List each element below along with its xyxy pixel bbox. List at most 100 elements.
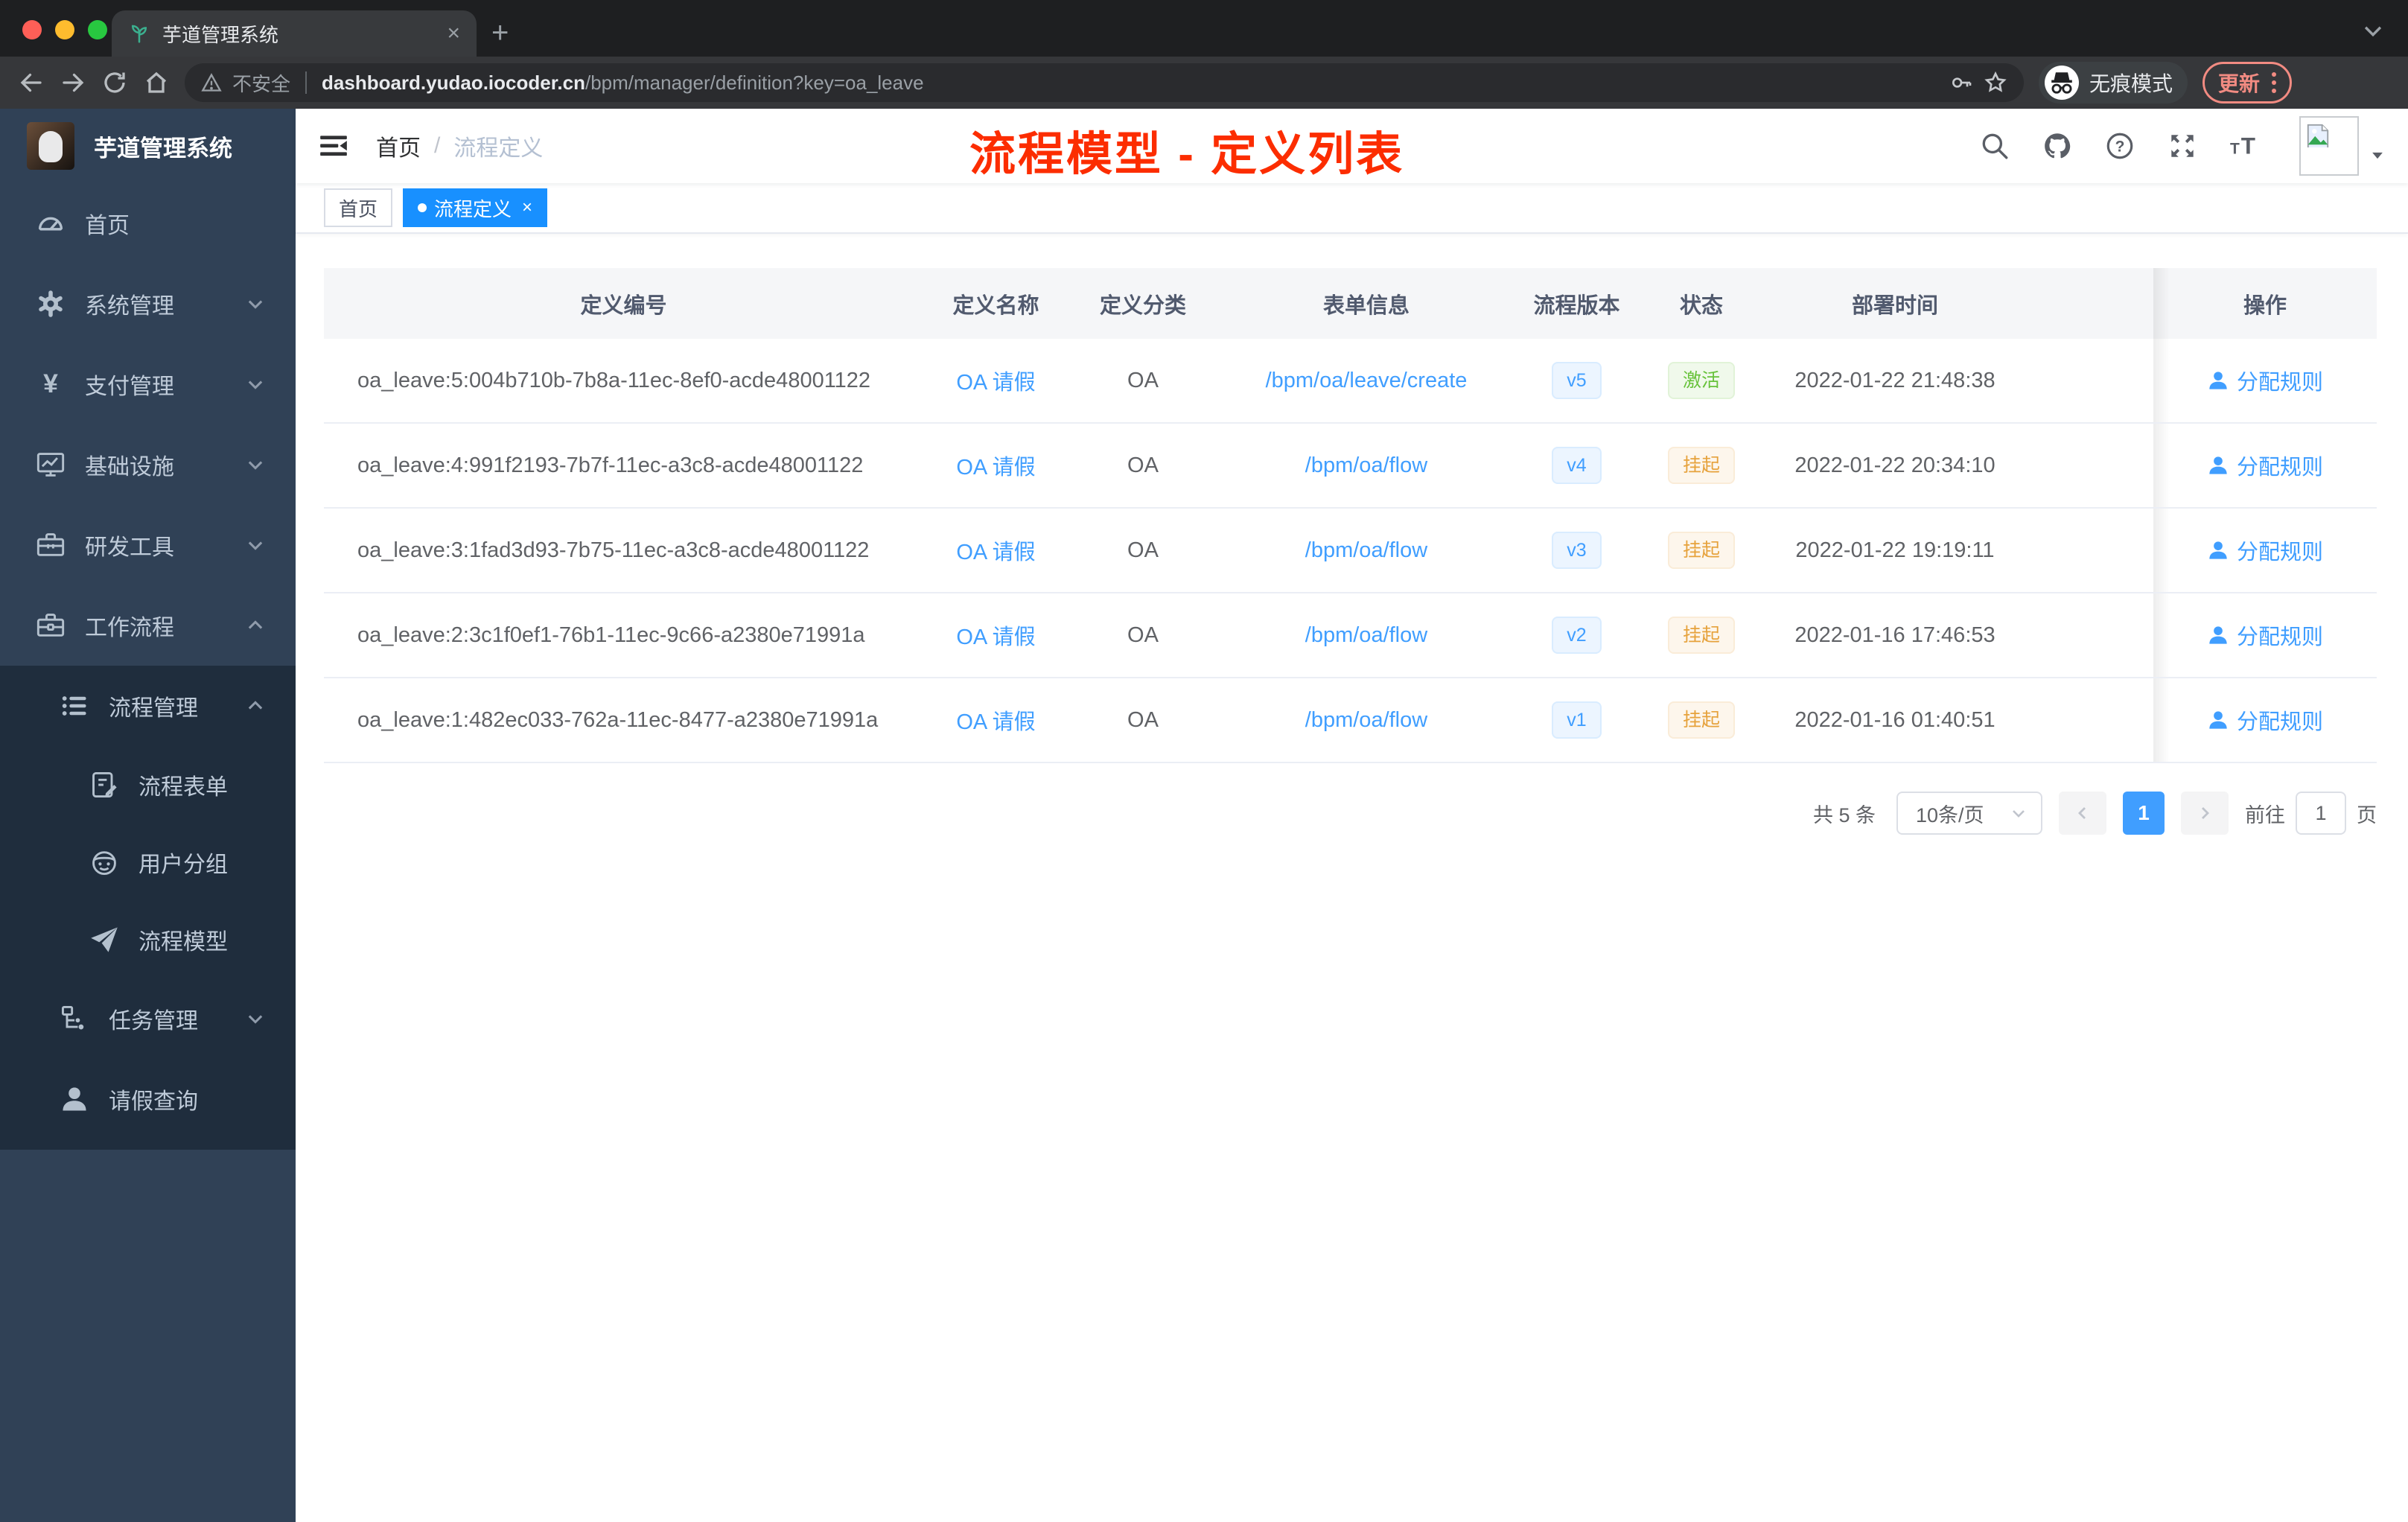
sidebar-item-monitor[interactable]: 基础设施	[0, 424, 296, 505]
column-header-category: 定义分类	[1068, 288, 1217, 319]
toolbox-icon	[36, 530, 66, 560]
browser-update-button[interactable]: 更新	[2202, 62, 2292, 104]
update-label[interactable]: 更新	[2218, 68, 2260, 98]
assign-rule-link[interactable]: 分配规则	[2237, 365, 2323, 396]
breadcrumb-home-link[interactable]: 首页	[376, 130, 421, 162]
browser-tab[interactable]: 芋道管理系统 ×	[112, 10, 477, 57]
close-window-button[interactable]	[22, 20, 42, 39]
new-tab-button[interactable]: +	[491, 18, 509, 48]
prev-page-button[interactable]	[2059, 792, 2106, 835]
sidebar-item-robot[interactable]: 用户分组	[0, 824, 296, 901]
definition-name-link[interactable]: OA 请假	[956, 456, 1035, 480]
browser-menu-icon[interactable]	[2272, 72, 2276, 93]
forward-icon[interactable]	[60, 69, 86, 96]
cell-version: v3	[1515, 532, 1638, 569]
status-badge: 挂起	[1668, 532, 1735, 569]
pagination-bar: 共 5 条 10条/页 1 前往 页	[324, 792, 2377, 835]
sidebar-item-form[interactable]: 流程表单	[0, 746, 296, 824]
cell-action: 分配规则	[2153, 339, 2377, 422]
cell-category: OA	[1068, 453, 1217, 478]
sidebar-item-yen[interactable]: ¥支付管理	[0, 344, 296, 424]
incognito-icon	[2045, 66, 2079, 100]
github-icon[interactable]	[2042, 130, 2073, 162]
search-icon[interactable]	[1979, 130, 2010, 162]
minimize-window-button[interactable]	[55, 20, 74, 39]
home-icon[interactable]	[143, 69, 170, 96]
sidebar-item-briefcase[interactable]: 工作流程	[0, 585, 296, 666]
goto-page-input[interactable]	[2296, 792, 2346, 835]
maximize-window-button[interactable]	[88, 20, 107, 39]
assign-rule-link[interactable]: 分配规则	[2237, 704, 2323, 736]
form-info-link[interactable]: /bpm/oa/flow	[1305, 538, 1427, 562]
sidebar-collapse-icon[interactable]	[318, 130, 349, 162]
cell-category: OA	[1068, 708, 1217, 733]
sidebar-item-tasks[interactable]: 任务管理	[0, 978, 296, 1059]
tag-process-definition[interactable]: 流程定义 ×	[403, 188, 547, 227]
password-key-icon[interactable]	[1949, 71, 1973, 95]
cell-definition-id: oa_leave:5:004b710b-7b8a-11ec-8ef0-acde4…	[324, 369, 923, 393]
plane-icon	[89, 925, 119, 955]
reload-icon[interactable]	[101, 69, 128, 96]
form-info-link[interactable]: /bpm/oa/flow	[1305, 623, 1427, 647]
sidebar-item-person[interactable]: 请假查询	[0, 1059, 296, 1139]
avatar-broken-image-icon[interactable]	[2299, 116, 2359, 176]
sidebar-menu: 首页系统管理¥支付管理基础设施研发工具工作流程 流程管理流程表单用户分组流程模型…	[0, 183, 296, 1522]
font-size-icon[interactable]: TT	[2229, 130, 2261, 162]
cell-definition-id: oa_leave:3:1fad3d93-7b75-11ec-a3c8-acde4…	[324, 538, 923, 563]
cell-version: v4	[1515, 447, 1638, 484]
page-number-1[interactable]: 1	[2123, 792, 2165, 835]
user-assign-icon	[2207, 369, 2229, 392]
cell-action: 分配规则	[2153, 593, 2377, 677]
definition-name-link[interactable]: OA 请假	[956, 371, 1035, 395]
sidebar-logo[interactable]: 芋道管理系统	[0, 109, 296, 183]
url-text[interactable]: dashboard.yudao.iocoder.cn/bpm/manager/d…	[322, 71, 1939, 95]
help-icon[interactable]: ?	[2104, 130, 2135, 162]
sidebar-item-dashboard[interactable]: 首页	[0, 183, 296, 264]
tag-home[interactable]: 首页	[324, 188, 392, 227]
app-title: 芋道管理系统	[94, 130, 232, 163]
sidebar-item-label: 流程表单	[138, 768, 228, 801]
tag-process-definition-label: 流程定义	[434, 194, 512, 222]
form-info-link[interactable]: /bpm/oa/flow	[1305, 708, 1427, 732]
fullscreen-icon[interactable]	[2167, 130, 2198, 162]
window-controls[interactable]	[22, 20, 107, 39]
column-header-version: 流程版本	[1515, 288, 1638, 319]
user-avatar-dropdown[interactable]	[2299, 116, 2386, 176]
cell-status: 激活	[1638, 362, 1765, 399]
chevron-down-icon	[245, 1008, 266, 1029]
next-page-button[interactable]	[2181, 792, 2229, 835]
back-icon[interactable]	[18, 69, 45, 96]
sidebar-item-label: 任务管理	[109, 1002, 198, 1035]
sidebar-item-gear[interactable]: 系统管理	[0, 264, 296, 344]
page-size-select[interactable]: 10条/页	[1896, 792, 2042, 835]
breadcrumb-current: 流程定义	[453, 130, 543, 162]
security-label[interactable]: 不安全	[232, 69, 290, 97]
sidebar-item-toolbox[interactable]: 研发工具	[0, 505, 296, 585]
sidebar-item-plane[interactable]: 流程模型	[0, 901, 296, 978]
cell-action: 分配规则	[2153, 678, 2377, 762]
form-info-link[interactable]: /bpm/oa/flow	[1305, 453, 1427, 477]
tab-close-icon[interactable]: ×	[447, 22, 460, 45]
tag-close-icon[interactable]: ×	[522, 199, 532, 217]
cell-form-info: /bpm/oa/flow	[1217, 453, 1515, 478]
address-bar[interactable]: 不安全 dashboard.yudao.iocoder.cn/bpm/manag…	[185, 63, 2024, 102]
assign-rule-link[interactable]: 分配规则	[2237, 535, 2323, 566]
definition-name-link[interactable]: OA 请假	[956, 710, 1035, 734]
svg-text:T: T	[2230, 141, 2240, 158]
form-info-link[interactable]: /bpm/oa/leave/create	[1266, 369, 1468, 392]
header-actions: ? TT	[1979, 116, 2386, 176]
list-icon	[60, 691, 89, 721]
status-badge: 挂起	[1668, 447, 1735, 484]
assign-rule-link[interactable]: 分配规则	[2237, 450, 2323, 481]
sidebar-item-list[interactable]: 流程管理	[0, 666, 296, 746]
cell-definition-id: oa_leave:2:3c1f0ef1-76b1-11ec-9c66-a2380…	[324, 623, 923, 648]
definition-name-link[interactable]: OA 请假	[956, 625, 1035, 649]
tab-search-chevron-icon[interactable]	[2360, 18, 2386, 43]
assign-rule-link[interactable]: 分配规则	[2237, 620, 2323, 651]
column-header-action: 操作	[2153, 268, 2377, 339]
cell-version: v1	[1515, 701, 1638, 739]
bookmark-star-icon[interactable]	[1984, 71, 2007, 95]
cell-version: v5	[1515, 362, 1638, 399]
annotation-overlay-text: 流程模型 - 定义列表	[969, 116, 1404, 183]
definition-name-link[interactable]: OA 请假	[956, 541, 1035, 564]
